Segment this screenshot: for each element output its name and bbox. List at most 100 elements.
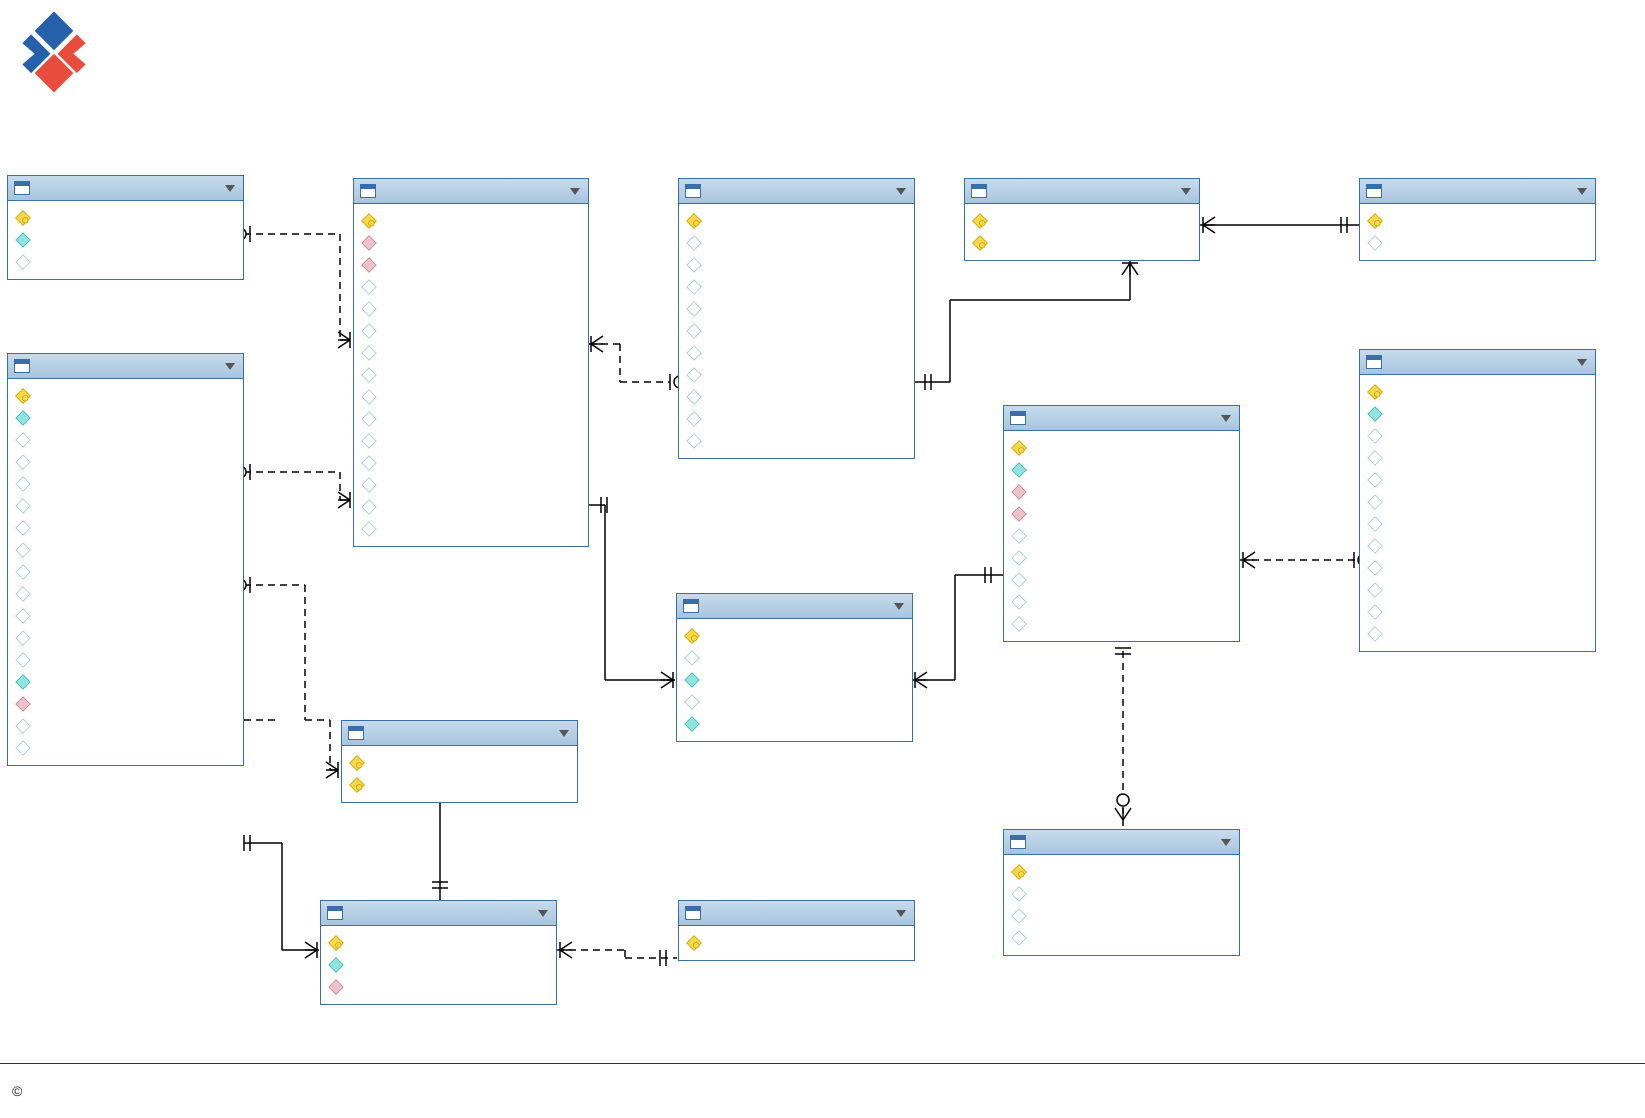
entity-header[interactable] xyxy=(679,901,914,926)
entity-row[interactable] xyxy=(360,232,582,254)
entity-header[interactable] xyxy=(965,179,1199,204)
entity-row[interactable] xyxy=(14,407,237,429)
collapse-icon[interactable] xyxy=(225,363,235,370)
entity-e2[interactable] xyxy=(7,353,244,766)
entity-header[interactable] xyxy=(342,721,577,746)
entity-row[interactable] xyxy=(685,276,908,298)
entity-row[interactable] xyxy=(685,298,908,320)
entity-e7[interactable] xyxy=(676,593,913,742)
entity-row[interactable] xyxy=(14,495,237,517)
entity-row[interactable] xyxy=(971,232,1193,254)
entity-row[interactable] xyxy=(1010,569,1233,591)
entity-row[interactable] xyxy=(14,693,237,715)
entity-row[interactable] xyxy=(1366,403,1589,425)
entity-header[interactable] xyxy=(8,354,243,379)
entity-header[interactable] xyxy=(677,594,912,619)
entity-row[interactable] xyxy=(1366,447,1589,469)
entity-header[interactable] xyxy=(321,901,556,926)
entity-row[interactable] xyxy=(685,364,908,386)
collapse-icon[interactable] xyxy=(1221,839,1231,846)
entity-row[interactable] xyxy=(1010,503,1233,525)
entity-row[interactable] xyxy=(683,691,906,713)
entity-row[interactable] xyxy=(327,954,550,976)
entity-row[interactable] xyxy=(14,649,237,671)
entity-row[interactable] xyxy=(1010,861,1233,883)
collapse-icon[interactable] xyxy=(559,730,569,737)
collapse-icon[interactable] xyxy=(225,185,235,192)
entity-header[interactable] xyxy=(354,179,588,204)
entity-header[interactable] xyxy=(679,179,914,204)
entity-row[interactable] xyxy=(1366,210,1589,232)
entity-e13[interactable] xyxy=(1359,349,1596,652)
entity-e1[interactable] xyxy=(7,175,244,280)
entity-row[interactable] xyxy=(14,251,237,273)
entity-row[interactable] xyxy=(1010,437,1233,459)
entity-row[interactable] xyxy=(360,254,582,276)
entity-row[interactable] xyxy=(683,713,906,735)
entity-row[interactable] xyxy=(360,474,582,496)
entity-header[interactable] xyxy=(8,176,243,201)
entity-row[interactable] xyxy=(683,669,906,691)
entity-row[interactable] xyxy=(360,210,582,232)
entity-row[interactable] xyxy=(14,715,237,737)
entity-row[interactable] xyxy=(683,625,906,647)
entity-row[interactable] xyxy=(1010,591,1233,613)
entity-row[interactable] xyxy=(327,976,550,998)
entity-row[interactable] xyxy=(360,342,582,364)
entity-e12[interactable] xyxy=(1359,178,1596,261)
collapse-icon[interactable] xyxy=(1577,359,1587,366)
entity-row[interactable] xyxy=(1010,547,1233,569)
entity-row[interactable] xyxy=(14,229,237,251)
entity-row[interactable] xyxy=(1366,535,1589,557)
entity-row[interactable] xyxy=(1366,491,1589,513)
entity-row[interactable] xyxy=(685,932,908,954)
entity-e9[interactable] xyxy=(964,178,1200,261)
entity-row[interactable] xyxy=(1010,905,1233,927)
entity-row[interactable] xyxy=(360,298,582,320)
collapse-icon[interactable] xyxy=(570,188,580,195)
entity-row[interactable] xyxy=(14,627,237,649)
entity-header[interactable] xyxy=(1360,179,1595,204)
collapse-icon[interactable] xyxy=(894,603,904,610)
entity-header[interactable] xyxy=(1360,350,1595,375)
entity-row[interactable] xyxy=(1366,469,1589,491)
collapse-icon[interactable] xyxy=(1221,415,1231,422)
entity-row[interactable] xyxy=(14,605,237,627)
entity-row[interactable] xyxy=(685,232,908,254)
entity-row[interactable] xyxy=(348,752,571,774)
entity-row[interactable] xyxy=(1366,513,1589,535)
entity-row[interactable] xyxy=(1366,425,1589,447)
entity-row[interactable] xyxy=(360,430,582,452)
entity-e6[interactable] xyxy=(678,178,915,459)
entity-row[interactable] xyxy=(1010,883,1233,905)
entity-row[interactable] xyxy=(685,408,908,430)
entity-row[interactable] xyxy=(14,385,237,407)
entity-row[interactable] xyxy=(1010,525,1233,547)
entity-row[interactable] xyxy=(360,496,582,518)
entity-row[interactable] xyxy=(360,386,582,408)
entity-e5[interactable] xyxy=(320,900,557,1005)
entity-row[interactable] xyxy=(1010,613,1233,635)
entity-row[interactable] xyxy=(348,774,571,796)
entity-header[interactable] xyxy=(1004,406,1239,431)
entity-row[interactable] xyxy=(360,364,582,386)
entity-row[interactable] xyxy=(685,430,908,452)
entity-row[interactable] xyxy=(1366,557,1589,579)
entity-row[interactable] xyxy=(14,451,237,473)
entity-row[interactable] xyxy=(1010,481,1233,503)
entity-row[interactable] xyxy=(14,583,237,605)
entity-row[interactable] xyxy=(14,207,237,229)
entity-row[interactable] xyxy=(1010,927,1233,949)
entity-row[interactable] xyxy=(14,561,237,583)
entity-row[interactable] xyxy=(14,517,237,539)
entity-row[interactable] xyxy=(1366,579,1589,601)
entity-row[interactable] xyxy=(683,647,906,669)
entity-row[interactable] xyxy=(685,210,908,232)
entity-row[interactable] xyxy=(1366,623,1589,645)
entity-row[interactable] xyxy=(1366,381,1589,403)
entity-e11[interactable] xyxy=(1003,829,1240,956)
entity-e8[interactable] xyxy=(678,900,915,961)
entity-e10[interactable] xyxy=(1003,405,1240,642)
collapse-icon[interactable] xyxy=(538,910,548,917)
entity-row[interactable] xyxy=(327,932,550,954)
